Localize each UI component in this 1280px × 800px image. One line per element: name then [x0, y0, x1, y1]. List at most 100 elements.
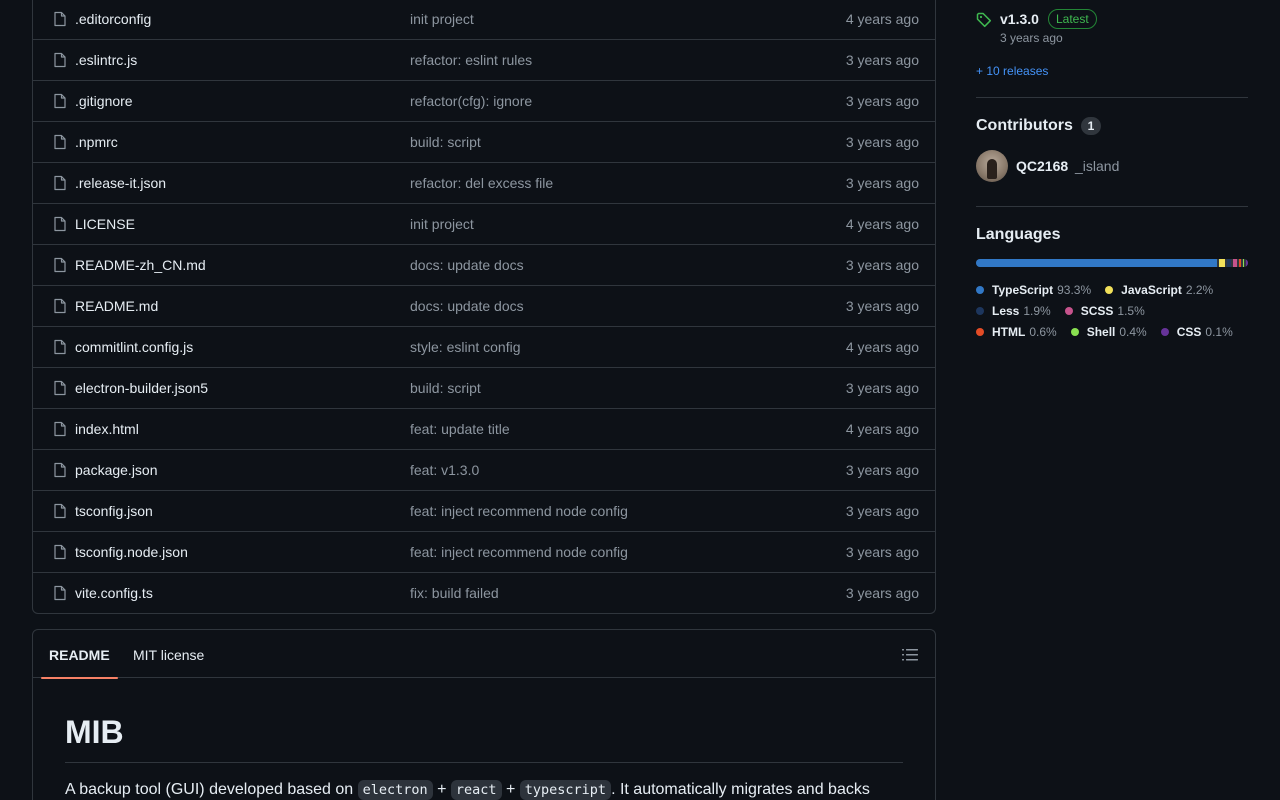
- file-name-link[interactable]: .release-it.json: [75, 175, 166, 191]
- commit-message-link[interactable]: fix: build failed: [410, 585, 499, 601]
- table-row[interactable]: LICENSE init project 4 years ago: [33, 203, 935, 244]
- commit-message-link[interactable]: refactor(cfg): ignore: [410, 93, 532, 109]
- language-item[interactable]: SCSS 1.5%: [1064, 303, 1145, 318]
- file-name-link[interactable]: package.json: [75, 462, 158, 478]
- table-row[interactable]: vite.config.ts fix: build failed 3 years a…: [33, 572, 935, 613]
- file-name-link[interactable]: commitlint.config.js: [75, 339, 193, 355]
- file-name-link[interactable]: LICENSE: [75, 216, 135, 232]
- file-name-link[interactable]: electron-builder.json5: [75, 380, 208, 396]
- language-percent: 93.3%: [1057, 282, 1092, 297]
- contributor-login-link[interactable]: QC2168: [1016, 158, 1068, 174]
- language-color-dot: [976, 285, 984, 294]
- inline-code: typescript: [519, 780, 612, 800]
- language-bar: [976, 259, 1248, 267]
- file-name-link[interactable]: .eslintrc.js: [75, 52, 137, 68]
- commit-message-link[interactable]: feat: v1.3.0: [410, 462, 479, 478]
- language-percent: 2.2%: [1185, 282, 1214, 297]
- commit-message-link[interactable]: init project: [410, 216, 474, 232]
- language-color-dot: [1070, 327, 1079, 336]
- file-name-link[interactable]: .npmrc: [75, 134, 118, 150]
- commit-message-link[interactable]: build: script: [410, 134, 481, 150]
- table-row[interactable]: README.md docs: update docs 3 years ago: [33, 285, 935, 326]
- table-row[interactable]: tsconfig.node.json feat: inject recommend…: [33, 531, 935, 572]
- table-row[interactable]: electron-builder.json5 build: script 3 yea…: [33, 367, 935, 408]
- language-bar-segment[interactable]: [1218, 259, 1225, 267]
- file-icon: [52, 134, 68, 150]
- table-row[interactable]: index.html feat: update title 4 years ago: [33, 408, 935, 449]
- file-name-link[interactable]: .gitignore: [75, 93, 133, 109]
- table-row[interactable]: .release-it.json refactor: del excess fil…: [33, 162, 935, 203]
- table-row[interactable]: README-zh_CN.md docs: update docs 3 years …: [33, 244, 935, 285]
- language-bar-segment[interactable]: [1246, 259, 1248, 267]
- readme-panel: README MIT license MIB A backup tool (GU…: [32, 629, 936, 800]
- commit-time: 3 years ago: [845, 380, 919, 396]
- file-icon: [52, 11, 68, 27]
- table-row[interactable]: tsconfig.json feat: inject recommend node…: [33, 490, 935, 531]
- commit-message-link[interactable]: feat: inject recommend node config: [410, 544, 628, 560]
- file-name-link[interactable]: tsconfig.json: [75, 503, 153, 519]
- file-icon: [52, 298, 68, 314]
- language-bar-segment[interactable]: [976, 259, 1217, 267]
- commit-message-link[interactable]: refactor: eslint rules: [410, 52, 532, 68]
- language-color-dot: [976, 327, 984, 336]
- file-icon: [52, 462, 68, 478]
- table-row[interactable]: .editorconfig init project 4 years ago: [33, 0, 935, 39]
- divider: [976, 97, 1248, 98]
- language-percent: 0.6%: [1029, 324, 1057, 339]
- commit-time: 3 years ago: [845, 257, 919, 273]
- avatar[interactable]: [976, 150, 1008, 182]
- commit-time: 4 years ago: [845, 10, 919, 27]
- language-name: JavaScript: [1121, 282, 1182, 297]
- file-icon: [52, 503, 68, 519]
- commit-time: 3 years ago: [845, 503, 919, 519]
- readme-text: +: [432, 781, 451, 798]
- release-version-link[interactable]: v1.3.0: [1000, 11, 1039, 27]
- file-icon: [52, 339, 68, 355]
- language-item[interactable]: TypeScript 93.3%: [976, 283, 1091, 297]
- file-name-link[interactable]: vite.config.ts: [75, 585, 153, 601]
- commit-message-link[interactable]: docs: update docs: [410, 257, 524, 273]
- table-row[interactable]: package.json feat: v1.3.0 3 years ago: [33, 449, 935, 490]
- file-name-link[interactable]: .editorconfig: [75, 11, 151, 27]
- language-item[interactable]: CSS 0.1%: [1160, 325, 1233, 339]
- language-list: TypeScript 93.3% JavaScript 2.2% Less 1.9% SCS…: [976, 279, 1248, 342]
- commit-message-link[interactable]: refactor: del excess file: [410, 175, 553, 191]
- language-bar-segment[interactable]: [1239, 259, 1241, 267]
- more-releases-link[interactable]: + 10 releases: [976, 64, 1048, 78]
- language-bar-segment[interactable]: [1242, 259, 1245, 267]
- table-row[interactable]: .gitignore refactor(cfg): ignore 3 years a…: [33, 80, 935, 121]
- table-row[interactable]: commitlint.config.js style: eslint config…: [33, 326, 935, 367]
- file-name-link[interactable]: index.html: [75, 421, 139, 437]
- commit-message-link[interactable]: feat: update title: [410, 421, 510, 437]
- table-row[interactable]: .eslintrc.js refactor: eslint rules 3 year…: [33, 39, 935, 80]
- contributors-heading[interactable]: Contributors: [976, 117, 1073, 135]
- commit-time: 3 years ago: [845, 52, 919, 68]
- language-item[interactable]: Shell 0.4%: [1070, 325, 1147, 339]
- commit-time: 3 years ago: [845, 462, 919, 478]
- tab-readme[interactable]: README: [41, 630, 118, 679]
- commit-message-link[interactable]: init project: [410, 11, 474, 27]
- file-icon: [52, 421, 68, 437]
- language-item[interactable]: HTML 0.6%: [976, 325, 1057, 339]
- language-item[interactable]: JavaScript 2.2%: [1105, 283, 1213, 297]
- file-icon: [52, 93, 68, 109]
- language-bar-segment[interactable]: [1226, 259, 1232, 267]
- file-icon: [52, 544, 68, 560]
- file-icon: [52, 585, 68, 601]
- file-name-link[interactable]: README-zh_CN.md: [75, 257, 206, 273]
- file-name-link[interactable]: tsconfig.node.json: [75, 544, 188, 560]
- commit-message-link[interactable]: feat: inject recommend node config: [410, 503, 628, 519]
- language-item[interactable]: Less 1.9%: [976, 304, 1051, 318]
- languages-heading: Languages: [976, 226, 1061, 243]
- language-name: SCSS: [1080, 303, 1114, 318]
- commit-message-link[interactable]: docs: update docs: [410, 298, 524, 314]
- language-bar-segment[interactable]: [1233, 259, 1238, 267]
- file-name-link[interactable]: README.md: [75, 298, 158, 314]
- commit-time: 3 years ago: [845, 93, 919, 109]
- tab-mit-license[interactable]: MIT license: [133, 630, 204, 678]
- list-unordered-icon[interactable]: [902, 647, 918, 663]
- table-row[interactable]: .npmrc build: script 3 years ago: [33, 121, 935, 162]
- readme-text: A backup tool (GUI) developed based on: [65, 781, 358, 798]
- commit-message-link[interactable]: style: eslint config: [410, 339, 521, 355]
- commit-message-link[interactable]: build: script: [410, 380, 481, 396]
